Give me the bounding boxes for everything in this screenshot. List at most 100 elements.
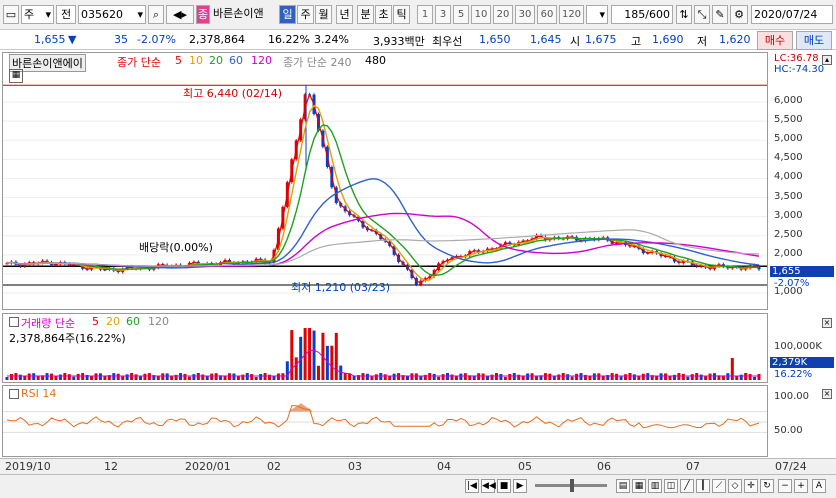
volume-bar <box>179 373 183 380</box>
volume-bar <box>570 376 574 380</box>
volume-bar <box>459 373 463 380</box>
forward-icon[interactable]: ▶ <box>513 479 527 493</box>
interval-button[interactable]: 120 <box>559 5 584 24</box>
open-label: 시 <box>570 35 581 48</box>
current-pct-tag: -2.07% <box>774 278 810 289</box>
volume-bar <box>664 373 668 380</box>
scroll-first-icon[interactable]: |◀ <box>465 479 479 493</box>
volume-bar <box>419 375 423 380</box>
volume-bar <box>241 374 245 380</box>
tab-period-year[interactable]: 년 <box>336 5 353 24</box>
window-icon[interactable]: ▭ <box>3 5 19 24</box>
open-price: 1,675 <box>585 33 617 46</box>
zoom-out-icon[interactable]: − <box>778 479 792 493</box>
volume-bar <box>272 376 276 380</box>
tab-period-tick[interactable]: 틱 <box>393 5 410 24</box>
search-icon[interactable]: ⌕ <box>148 5 164 24</box>
volume-bar <box>98 373 102 380</box>
buy-button[interactable]: 매수 <box>757 31 793 50</box>
volume-chart-svg[interactable] <box>3 314 767 382</box>
pane-collapse-icon[interactable]: ▴ <box>822 55 832 65</box>
zoom-in-icon[interactable]: + <box>794 479 808 493</box>
volume-bar <box>281 373 285 380</box>
date-input[interactable]: 2020/07/24 <box>751 5 833 24</box>
volume-bar <box>699 374 703 380</box>
current-price: 1,655 <box>34 33 66 46</box>
tab-period-day[interactable]: 일 <box>279 5 296 24</box>
volume-bar <box>18 374 22 380</box>
trend-icon[interactable]: ⟋ <box>712 479 726 493</box>
volume-bar <box>392 373 396 380</box>
price-tick: 2,500 <box>774 228 803 240</box>
line-tool-icon[interactable]: ╱ <box>680 479 694 493</box>
interval-button[interactable]: 60 <box>537 5 557 24</box>
layout-icon[interactable]: ▦ <box>632 479 646 493</box>
volume-bar <box>490 374 494 380</box>
interval-button[interactable]: 5 <box>453 5 469 24</box>
sell-button[interactable]: 매도 <box>796 31 832 50</box>
volume-bar <box>138 376 142 380</box>
chart-tool-icon[interactable]: ⤡ <box>694 5 710 24</box>
volume-bar <box>744 373 748 380</box>
speaker-icon[interactable]: ◀▸ <box>166 5 194 24</box>
volume-pane[interactable]: 거래량 단순 5 20 60 120 2,378,864주(16.22%) <box>2 313 768 383</box>
pane-close-icon[interactable]: × <box>822 318 832 328</box>
candle-icon[interactable]: ┃ <box>696 479 710 493</box>
date-label: 04 <box>437 460 451 473</box>
indicator-icon[interactable]: ⇅ <box>676 5 692 24</box>
rsi-chart-svg[interactable] <box>3 386 767 456</box>
market-select[interactable]: 주 ▾ <box>21 5 54 24</box>
rsi-tick-50: 50.00 <box>774 425 803 436</box>
down-arrow-icon: ▼ <box>68 33 77 46</box>
volume-bar <box>735 376 739 380</box>
period-button[interactable]: 전 <box>56 5 76 24</box>
rsi-pane[interactable]: RSI 14 <box>2 385 768 457</box>
name-flag[interactable]: 종 <box>196 5 210 24</box>
volume-bar <box>757 373 761 380</box>
volume-bar <box>49 373 53 380</box>
mark-icon[interactable]: ◇ <box>728 479 742 493</box>
rewind-icon[interactable]: ◀◀ <box>481 479 496 493</box>
font-size-icon[interactable]: A <box>812 479 826 493</box>
chart-type-icon[interactable]: ◫ <box>664 479 678 493</box>
interval-button[interactable]: 30 <box>515 5 535 24</box>
volume-bar <box>134 374 138 380</box>
rsi-tick-100: 100.00 <box>774 391 809 402</box>
high-label: 고 <box>631 35 642 48</box>
gear-icon[interactable]: ⚙ <box>730 5 748 24</box>
interval-button[interactable]: 3 <box>435 5 451 24</box>
volume-bar <box>125 374 129 380</box>
price-chart-svg[interactable] <box>3 53 767 309</box>
tab-period-minute[interactable]: 분 <box>357 5 374 24</box>
grid-icon[interactable]: ▥ <box>648 479 662 493</box>
volume-bar <box>730 358 734 380</box>
code-input[interactable]: 035620 ▾ <box>78 5 146 24</box>
interval-button[interactable]: 10 <box>471 5 491 24</box>
volume-bar <box>557 374 561 380</box>
hc-value: HC:-74.30 <box>774 64 825 75</box>
code-value: 035620 <box>81 8 123 21</box>
price-chart-pane[interactable]: 바른손이앤에이 종가 단순 5 10 20 60 120 종가 단순 240 4… <box>2 52 768 310</box>
volume-bar <box>477 373 481 380</box>
volume-tick: 100,000K <box>774 341 822 352</box>
interval-button[interactable]: 20 <box>493 5 513 24</box>
draw-icon[interactable]: ✎ <box>712 5 728 24</box>
tab-period-month[interactable]: 월 <box>315 5 332 24</box>
market-value: 주 <box>24 8 35 21</box>
pause-icon[interactable]: ■ <box>497 479 511 493</box>
refresh-icon[interactable]: ↻ <box>760 479 774 493</box>
volume-bar <box>659 373 663 380</box>
tab-period-week[interactable]: 주 <box>297 5 314 24</box>
interval-dropdown[interactable]: ▾ <box>586 5 608 24</box>
crosshair-icon[interactable]: ✛ <box>744 479 758 493</box>
tab-period-second[interactable]: 초 <box>375 5 392 24</box>
zoom-slider-handle[interactable] <box>570 479 574 492</box>
volume-ma-line <box>7 349 759 377</box>
volume-bar <box>210 373 214 380</box>
pane-close-icon[interactable]: × <box>822 389 832 399</box>
volume-bar <box>76 373 80 380</box>
view-icon[interactable]: ▤ <box>616 479 630 493</box>
count-input[interactable]: 185/600 <box>611 5 673 24</box>
interval-button[interactable]: 1 <box>417 5 433 24</box>
volume-bar <box>521 376 525 380</box>
